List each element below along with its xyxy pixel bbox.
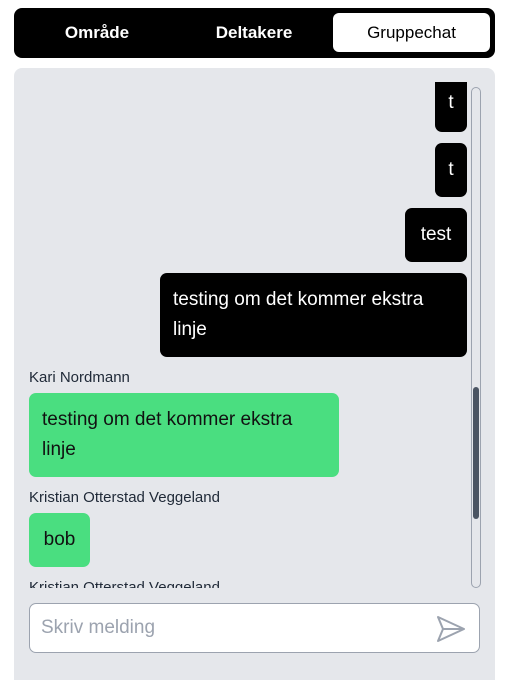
tab-deltakere[interactable]: Deltakere (176, 13, 332, 52)
send-button[interactable] (435, 614, 467, 644)
own-message: test (405, 208, 467, 262)
send-icon (437, 616, 465, 642)
other-message: bob (29, 513, 90, 567)
message-sender: Kristian Otterstad Veggeland (29, 579, 220, 588)
chat-panel: t t test testing om det kommer ekstra li… (14, 68, 495, 680)
own-message: t (435, 143, 467, 197)
own-message: testing om det kommer ekstra linje (160, 273, 467, 357)
tab-gruppechat[interactable]: Gruppechat (333, 13, 490, 52)
message-composer (29, 603, 480, 653)
scrollbar-thumb[interactable] (473, 387, 479, 519)
own-message: t (435, 82, 467, 132)
tab-omrade[interactable]: Område (19, 13, 175, 52)
message-list: t t test testing om det kommer ekstra li… (14, 68, 495, 588)
message-sender: Kari Nordmann (29, 369, 130, 386)
message-input[interactable] (30, 604, 425, 652)
message-sender: Kristian Otterstad Veggeland (29, 489, 220, 506)
message-scrollbar[interactable] (471, 87, 481, 588)
tab-bar: Område Deltakere Gruppechat (14, 8, 495, 58)
other-message: testing om det kommer ekstra linje (29, 393, 339, 477)
